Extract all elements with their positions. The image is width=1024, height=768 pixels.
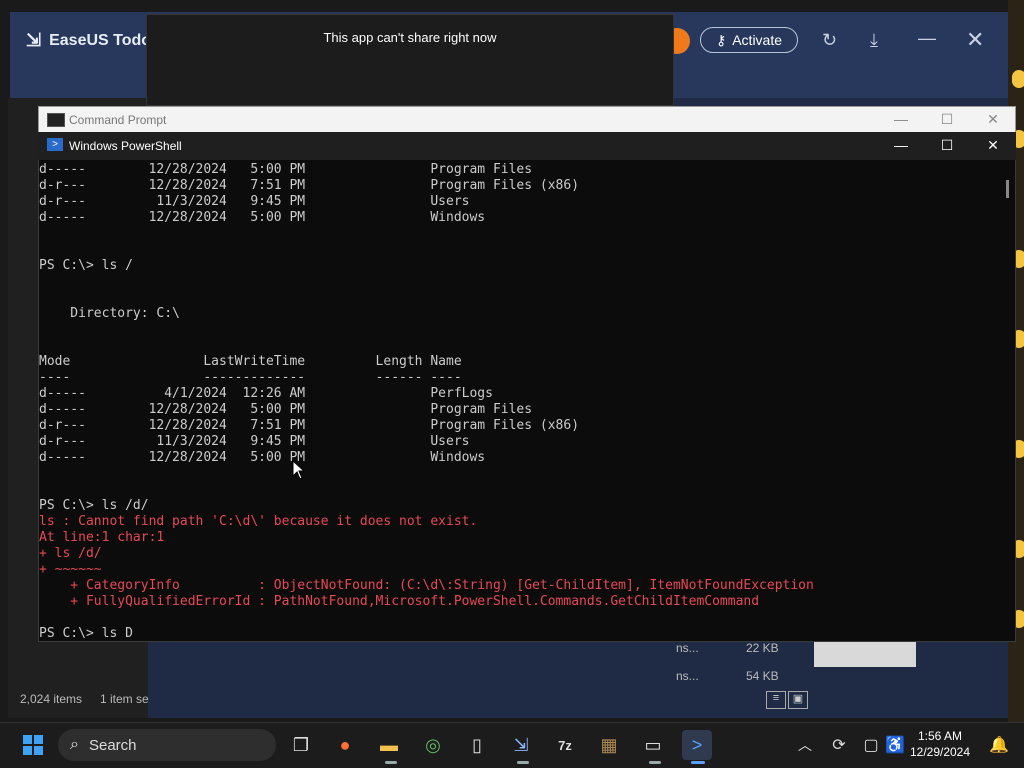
console-line: d-r--- 12/28/2024 7:51 PM Program Files … xyxy=(39,418,580,433)
download-icon[interactable]: ⤓ xyxy=(870,30,878,51)
ps-minimize-icon[interactable]: — xyxy=(886,134,916,156)
easeus-logo-icon: ⇲ xyxy=(26,30,42,50)
explorer-selection: 1 item se xyxy=(100,692,149,706)
console-line: + FullyQualifiedErrorId : PathNotFound,M… xyxy=(39,594,760,609)
windows-start-icon[interactable] xyxy=(18,730,48,760)
key-icon: ⚷ xyxy=(715,31,727,48)
console-line: ---- ------------- ------ ---- xyxy=(39,370,462,385)
share-toast xyxy=(146,14,674,106)
console-line: + CategoryInfo : ObjectNotFound: (C:\d\:… xyxy=(39,578,814,593)
powershell-icon: > xyxy=(47,138,63,151)
console-line: ls : Cannot find path 'C:\d\' because it… xyxy=(39,514,478,529)
console-line: PS C:\> ls /d/ xyxy=(39,498,149,513)
ps-close-icon[interactable]: ✕ xyxy=(978,134,1008,156)
close-icon[interactable]: ✕ xyxy=(966,27,984,53)
console-line: d----- 12/28/2024 5:00 PM Program Files xyxy=(39,162,533,177)
console-line: At line:1 char:1 xyxy=(39,530,165,545)
console-line: Directory: C:\ xyxy=(39,306,180,321)
task-view-icon[interactable]: ❐ xyxy=(286,730,316,760)
file-explorer-icon[interactable]: ▬ xyxy=(374,730,404,760)
console-line: d----- 12/28/2024 5:00 PM Windows xyxy=(39,450,486,465)
refresh-icon[interactable]: ↻ xyxy=(822,30,837,51)
details-view-icon[interactable]: ≡ xyxy=(766,691,786,709)
powershell-titlebar[interactable] xyxy=(38,132,1016,160)
cmd-window-title: Command Prompt xyxy=(69,113,167,127)
clock-time: 1:56 AM xyxy=(917,729,963,743)
explorer-size: 22 KB xyxy=(746,641,779,655)
minimize-icon[interactable]: — xyxy=(918,28,936,49)
tiles-view-icon[interactable]: ▣ xyxy=(788,691,808,709)
console-line: d-r--- 11/3/2024 9:45 PM Users xyxy=(39,434,470,449)
taskbar-clock[interactable]: 1:56 AM 12/29/2024 xyxy=(900,728,980,760)
powershell-icon[interactable]: > xyxy=(682,730,712,760)
search-icon: ⌕ xyxy=(70,736,79,753)
firefox-icon[interactable]: ● xyxy=(330,730,360,760)
explorer-name-fragment: ns... xyxy=(676,641,699,655)
archive-icon[interactable]: ▦ xyxy=(594,730,624,760)
7zip-icon[interactable]: 7z xyxy=(550,730,580,760)
console-line: Mode LastWriteTime Length Name xyxy=(39,354,462,369)
terminal-icon[interactable]: ▭ xyxy=(638,730,668,760)
console-line: d-r--- 11/3/2024 9:45 PM Users xyxy=(39,194,470,209)
console-line: PS C:\> ls D xyxy=(39,626,999,640)
console-scrollbar[interactable] xyxy=(1006,180,1009,198)
chevron-up-icon[interactable]: ︿ xyxy=(790,730,820,760)
explorer-item-count: 2,024 items xyxy=(20,692,83,706)
sync-icon[interactable]: ⟳ xyxy=(824,730,854,760)
console-line: + ~~~~~~ xyxy=(39,562,102,577)
app-icon[interactable]: ◎ xyxy=(418,730,448,760)
explorer-preview-pane xyxy=(814,641,916,667)
cmd-minimize-icon[interactable]: — xyxy=(886,108,916,130)
easeus-icon[interactable]: ⇲ xyxy=(506,730,536,760)
phone-icon[interactable]: ▯ xyxy=(462,730,492,760)
share-toast-message: This app can't share right now xyxy=(323,30,497,45)
console-line: d----- 4/1/2024 12:26 AM PerfLogs xyxy=(39,386,493,401)
console-output[interactable]: d----- 12/28/2024 5:00 PM Program Files d… xyxy=(39,162,999,640)
easeus-brand-label: EaseUS Todo xyxy=(49,31,152,49)
search-label: Search xyxy=(88,736,137,754)
cmd-maximize-icon[interactable]: ☐ xyxy=(932,108,962,130)
cmd-close-icon[interactable]: ✕ xyxy=(978,108,1008,130)
console-line: d----- 12/28/2024 5:00 PM Windows xyxy=(39,210,486,225)
notification-bell-icon[interactable]: 🔔 xyxy=(984,730,1014,760)
easeus-brand: ⇲ EaseUS Todo xyxy=(26,30,151,51)
console-line: d-r--- 12/28/2024 7:51 PM Program Files … xyxy=(39,178,580,193)
clock-date: 12/29/2024 xyxy=(909,745,971,759)
explorer-name-fragment: ns... xyxy=(676,669,699,683)
mouse-cursor-icon xyxy=(292,460,304,480)
console-line: d----- 12/28/2024 5:00 PM Program Files xyxy=(39,402,533,417)
console-line: PS C:\> ls / xyxy=(39,258,133,273)
activate-button[interactable]: ⚷ Activate xyxy=(700,27,798,53)
taskbar-search[interactable]: ⌕ Search xyxy=(58,729,276,761)
powershell-window-title: Windows PowerShell xyxy=(69,139,182,153)
cmd-icon xyxy=(47,113,65,127)
explorer-size: 54 KB xyxy=(746,669,779,683)
ps-maximize-icon[interactable]: ☐ xyxy=(932,134,962,156)
console-line: + ls /d/ xyxy=(39,546,102,561)
activate-label: Activate xyxy=(732,32,783,48)
